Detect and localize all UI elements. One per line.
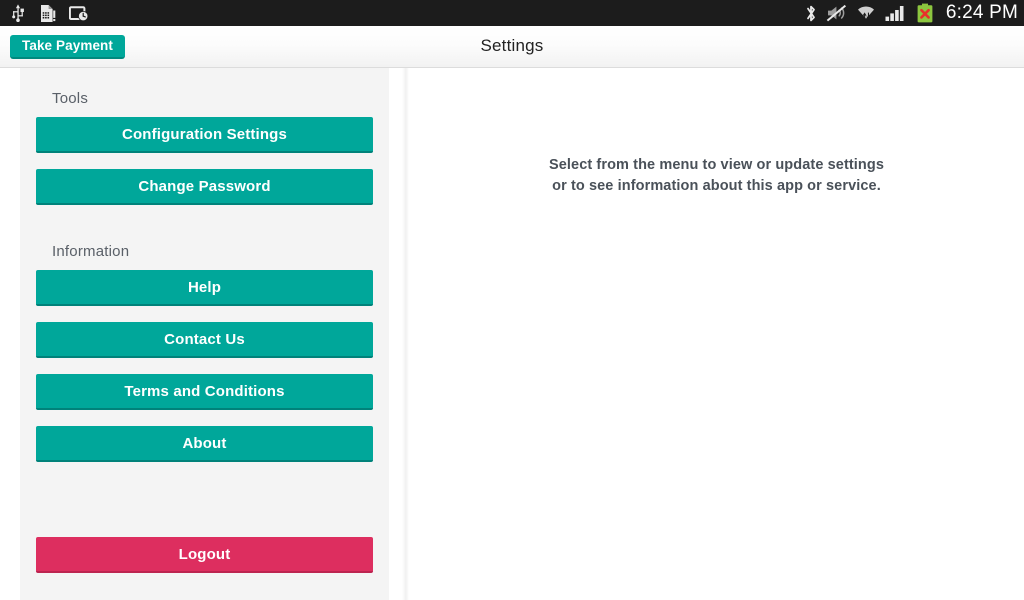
mute-icon [826, 4, 846, 22]
sidebar-item-configuration-settings[interactable]: Configuration Settings [36, 117, 373, 153]
action-bar: Take Payment Settings [0, 26, 1024, 68]
logout-button[interactable]: Logout [36, 537, 373, 573]
sidebar-item-contact-us[interactable]: Contact Us [36, 322, 373, 358]
empty-state-line-2: or to see information about this app or … [552, 178, 881, 194]
empty-state-message: Select from the menu to view or update s… [409, 155, 1024, 197]
cellular-signal-icon [885, 6, 904, 21]
section-header-tools: Tools [52, 90, 89, 107]
settings-sidebar: Tools Configuration Settings Change Pass… [20, 68, 389, 600]
bluetooth-icon [806, 5, 815, 21]
sidebar-item-terms-and-conditions[interactable]: Terms and Conditions [36, 374, 373, 410]
sidebar-item-about[interactable]: About [36, 426, 373, 462]
file-warning-icon [41, 4, 56, 22]
battery-error-icon [917, 3, 933, 23]
status-left-icons [10, 4, 89, 23]
panel-divider [402, 68, 409, 600]
sidebar-item-help[interactable]: Help [36, 270, 373, 306]
android-status-bar: 6:24 PM [0, 0, 1024, 26]
status-bar-clock: 6:24 PM [945, 2, 1018, 23]
usb-icon [12, 4, 24, 22]
sidebar-item-change-password[interactable]: Change Password [36, 169, 373, 205]
status-right-icons: 6:24 PM [805, 2, 1018, 24]
settings-detail-panel: Select from the menu to view or update s… [409, 68, 1024, 600]
screenshot-clock-icon [69, 5, 89, 21]
app-screen: 6:24 PM Take Payment Settings Tools Conf… [0, 0, 1024, 600]
wifi-icon [857, 6, 874, 20]
empty-state-line-1: Select from the menu to view or update s… [548, 157, 885, 173]
content-area: Tools Configuration Settings Change Pass… [0, 68, 1024, 600]
section-header-information: Information [52, 243, 130, 260]
page-title: Settings [480, 36, 544, 55]
